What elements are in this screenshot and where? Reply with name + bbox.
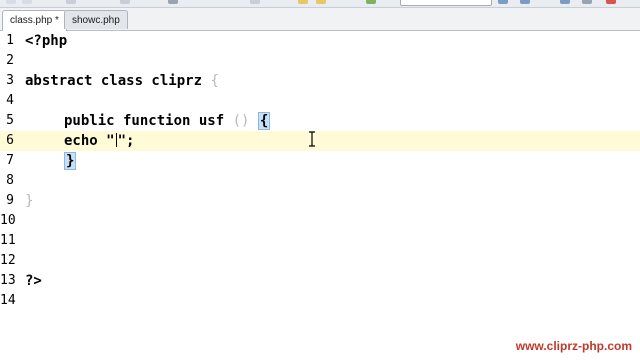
- open-icon[interactable]: [22, 0, 32, 4]
- close-brace: }: [25, 193, 34, 209]
- line-number: 7: [6, 153, 14, 168]
- tab-class-php[interactable]: class.php *: [2, 10, 67, 31]
- code-tokens: ";: [117, 133, 135, 149]
- new-file-icon[interactable]: [6, 0, 16, 4]
- code-tokens: abstract class cliprz: [25, 73, 203, 89]
- tab-showc-php[interactable]: showc.php: [64, 10, 128, 29]
- code-line: 3 abstract class cliprz {: [0, 71, 640, 91]
- bookmark-icon[interactable]: [316, 0, 326, 4]
- line-number: 3: [6, 73, 14, 88]
- folder-icon[interactable]: [298, 0, 308, 4]
- code-editor[interactable]: 1 <?php 2 3 abstract class cliprz { 4 5 …: [0, 31, 640, 360]
- tool-icon[interactable]: [520, 0, 530, 4]
- line-number: 14: [0, 293, 16, 308]
- code-line: 12: [0, 251, 640, 271]
- code-line-current: 6 echo " ";: [0, 131, 640, 151]
- code-line: 2: [0, 51, 640, 71]
- code-line: 9 }: [0, 191, 640, 211]
- code-line: 7 }: [0, 151, 640, 171]
- text-caret: [115, 133, 117, 147]
- run-icon[interactable]: [366, 0, 376, 4]
- matched-brace: {: [257, 112, 271, 130]
- parens: (): [232, 113, 250, 129]
- undo-icon[interactable]: [120, 0, 130, 4]
- code-tokens: echo ": [64, 133, 115, 149]
- code-line: 14: [0, 291, 640, 311]
- save-icon[interactable]: [66, 0, 76, 4]
- code-text: }: [64, 151, 77, 171]
- line-number: 10: [0, 213, 16, 228]
- code-text: abstract class cliprz {: [25, 71, 219, 91]
- line-number: 8: [6, 173, 14, 188]
- line-number: 4: [6, 93, 14, 108]
- code-line: 8: [0, 171, 640, 191]
- dropdown-icon[interactable]: [168, 0, 178, 4]
- line-number: 9: [6, 193, 14, 208]
- dropdown-icon[interactable]: [582, 0, 592, 4]
- open-brace: {: [210, 73, 219, 89]
- code-line: 11: [0, 231, 640, 251]
- code-text: ?>: [25, 273, 42, 289]
- line-number: 6: [6, 133, 14, 148]
- matched-brace: }: [64, 152, 77, 170]
- code-line: 1 <?php: [0, 31, 640, 51]
- code-text: public function usf () {: [64, 111, 271, 131]
- line-number: 2: [6, 53, 14, 68]
- line-number: 11: [0, 233, 16, 248]
- search-field[interactable]: [400, 0, 492, 6]
- code-tokens: public function usf: [64, 113, 225, 129]
- line-number: 13: [0, 273, 16, 288]
- code-text: <?php: [25, 33, 68, 49]
- watermark: www.cliprz-php.com: [515, 339, 632, 353]
- line-number: 12: [0, 253, 16, 268]
- code-line: 13 ?>: [0, 271, 640, 291]
- tool-icon[interactable]: [498, 0, 508, 4]
- code-line: 10: [0, 211, 640, 231]
- tab-bar: class.php * showc.php: [0, 8, 640, 31]
- settings-icon[interactable]: [250, 0, 260, 4]
- code-line: 5 public function usf () {: [0, 111, 640, 131]
- toolbar: [0, 0, 640, 8]
- code-text: echo " ";: [64, 131, 134, 151]
- code-text: }: [25, 191, 33, 211]
- line-number: 1: [6, 33, 14, 48]
- close-icon[interactable]: [606, 0, 616, 4]
- code-line: 4: [0, 91, 640, 111]
- text-cursor-icon: [309, 131, 315, 147]
- tool-icon[interactable]: [560, 0, 570, 4]
- line-number: 5: [6, 113, 14, 128]
